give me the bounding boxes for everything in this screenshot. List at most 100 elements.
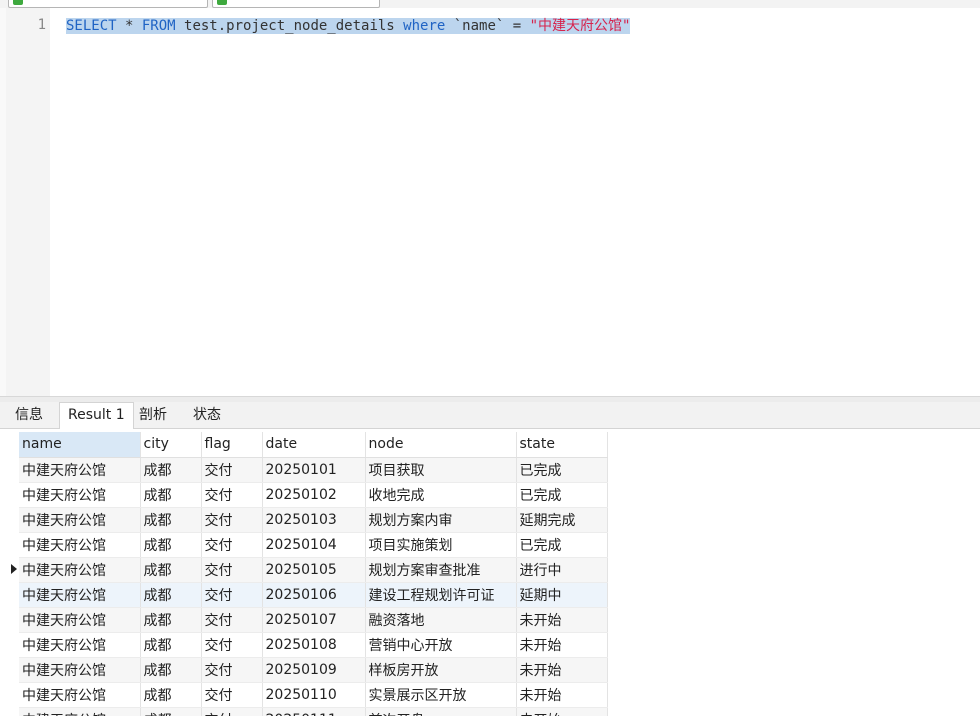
cell-name[interactable]: 中建天府公馆 bbox=[19, 557, 141, 583]
tab-profile[interactable]: 剖析 bbox=[130, 402, 176, 427]
tab-status[interactable]: 状态 bbox=[184, 402, 230, 427]
table-row[interactable]: 中建天府公馆 成都 交付 20250101 项目获取 已完成 bbox=[19, 457, 608, 483]
cell-city[interactable]: 成都 bbox=[140, 532, 202, 558]
table-row[interactable]: 中建天府公馆 成都 交付 20250104 项目实施策划 已完成 bbox=[19, 532, 608, 558]
sql-table-name: test.project_node_details bbox=[175, 18, 404, 34]
cell-state[interactable]: 延期中 bbox=[516, 582, 608, 608]
cell-flag[interactable]: 交付 bbox=[201, 682, 263, 708]
cell-city[interactable]: 成都 bbox=[140, 657, 202, 683]
cell-flag[interactable]: 交付 bbox=[201, 507, 263, 533]
cell-flag[interactable]: 交付 bbox=[201, 657, 263, 683]
cell-date[interactable]: 20250103 bbox=[262, 507, 366, 533]
cell-city[interactable]: 成都 bbox=[140, 482, 202, 508]
cell-name[interactable]: 中建天府公馆 bbox=[19, 582, 141, 608]
cell-flag[interactable]: 交付 bbox=[201, 582, 263, 608]
sql-string-value: "中建天府公馆" bbox=[529, 18, 631, 34]
tab-result-1[interactable]: Result 1 bbox=[59, 402, 134, 429]
cell-flag[interactable]: 交付 bbox=[201, 457, 263, 483]
cell-date[interactable]: 20250106 bbox=[262, 582, 366, 608]
cell-city[interactable]: 成都 bbox=[140, 582, 202, 608]
table-row[interactable]: 中建天府公馆 成都 交付 20250109 样板房开放 未开始 bbox=[19, 657, 608, 683]
table-row[interactable]: 中建天府公馆 成都 交付 20250106 建设工程规划许可证 延期中 bbox=[19, 582, 608, 608]
cell-city[interactable]: 成都 bbox=[140, 557, 202, 583]
cell-date[interactable]: 20250110 bbox=[262, 682, 366, 708]
cell-city[interactable]: 成都 bbox=[140, 507, 202, 533]
tab-info[interactable]: 信息 bbox=[6, 402, 52, 427]
cell-flag[interactable]: 交付 bbox=[201, 532, 263, 558]
cell-node[interactable]: 实景展示区开放 bbox=[365, 682, 517, 708]
cell-name[interactable]: 中建天府公馆 bbox=[19, 457, 141, 483]
cell-date[interactable]: 20250108 bbox=[262, 632, 366, 658]
column-header-node[interactable]: node bbox=[365, 432, 517, 458]
cell-flag[interactable]: 交付 bbox=[201, 557, 263, 583]
cell-date[interactable]: 20250107 bbox=[262, 607, 366, 633]
cell-date[interactable]: 20250102 bbox=[262, 482, 366, 508]
cell-name[interactable]: 中建天府公馆 bbox=[19, 607, 141, 633]
cell-node[interactable]: 融资落地 bbox=[365, 607, 517, 633]
column-header-date[interactable]: date bbox=[262, 432, 366, 458]
table-row[interactable]: 中建天府公馆 成都 交付 20250110 实景展示区开放 未开始 bbox=[19, 682, 608, 708]
cell-state[interactable]: 未开始 bbox=[516, 682, 608, 708]
cell-city[interactable]: 成都 bbox=[140, 632, 202, 658]
cell-state[interactable]: 进行中 bbox=[516, 557, 608, 583]
cell-node[interactable]: 项目实施策划 bbox=[365, 532, 517, 558]
cell-node[interactable]: 首次开盘 bbox=[365, 707, 517, 716]
cell-flag[interactable]: 交付 bbox=[201, 607, 263, 633]
cell-state[interactable]: 已完成 bbox=[516, 457, 608, 483]
cell-name[interactable]: 中建天府公馆 bbox=[19, 507, 141, 533]
cell-flag[interactable]: 交付 bbox=[201, 632, 263, 658]
cell-city[interactable]: 成都 bbox=[140, 607, 202, 633]
cell-state[interactable]: 已完成 bbox=[516, 482, 608, 508]
cell-city[interactable]: 成都 bbox=[140, 682, 202, 708]
cell-date[interactable]: 20250111 bbox=[262, 707, 366, 716]
table-row[interactable]: 中建天府公馆 成都 交付 20250107 融资落地 未开始 bbox=[19, 607, 608, 633]
cell-date[interactable]: 20250104 bbox=[262, 532, 366, 558]
keyword-where: where bbox=[403, 18, 446, 34]
cell-name[interactable]: 中建天府公馆 bbox=[19, 532, 141, 558]
column-header-city[interactable]: city bbox=[140, 432, 202, 458]
table-row[interactable]: 中建天府公馆 成都 交付 20250108 营销中心开放 未开始 bbox=[19, 632, 608, 658]
cell-state[interactable]: 未开始 bbox=[516, 657, 608, 683]
cell-state[interactable]: 未开始 bbox=[516, 632, 608, 658]
column-header-state[interactable]: state bbox=[516, 432, 608, 458]
sql-code-line[interactable]: SELECT * FROM test.project_node_details … bbox=[66, 17, 631, 36]
toolbar bbox=[0, 0, 980, 8]
cell-node[interactable]: 规划方案内审 bbox=[365, 507, 517, 533]
cell-node[interactable]: 样板房开放 bbox=[365, 657, 517, 683]
cell-node[interactable]: 营销中心开放 bbox=[365, 632, 517, 658]
table-row[interactable]: 中建天府公馆 成都 交付 20250103 规划方案内审 延期完成 bbox=[19, 507, 608, 533]
cell-node[interactable]: 收地完成 bbox=[365, 482, 517, 508]
table-row[interactable]: 中建天府公馆成都交付20250111首次开盘未开始 bbox=[19, 707, 608, 716]
connection-selector[interactable] bbox=[8, 0, 208, 8]
cell-node[interactable]: 项目获取 bbox=[365, 457, 517, 483]
cell-state[interactable]: 未开始 bbox=[516, 707, 608, 716]
cell-flag[interactable]: 交付 bbox=[201, 482, 263, 508]
cell-name[interactable]: 中建天府公馆 bbox=[19, 682, 141, 708]
cell-name[interactable]: 中建天府公馆 bbox=[19, 632, 141, 658]
column-header-name[interactable]: name bbox=[19, 432, 141, 458]
database-selector[interactable] bbox=[212, 0, 380, 8]
sql-editor[interactable]: 1 SELECT * FROM test.project_node_detail… bbox=[0, 8, 980, 396]
table-row[interactable]: 中建天府公馆 成都 交付 20250105 规划方案审查批准 进行中 bbox=[19, 557, 608, 583]
result-grid[interactable]: name city flag date node state 中建天府公馆 成都 交付 2025… bbox=[0, 429, 980, 716]
cell-node[interactable]: 建设工程规划许可证 bbox=[365, 582, 517, 608]
cell-state[interactable]: 未开始 bbox=[516, 607, 608, 633]
header-row: name city flag date node state bbox=[19, 432, 608, 458]
cell-date[interactable]: 20250105 bbox=[262, 557, 366, 583]
cell-name[interactable]: 中建天府公馆 bbox=[19, 707, 141, 716]
cell-state[interactable]: 已完成 bbox=[516, 532, 608, 558]
column-header-flag[interactable]: flag bbox=[201, 432, 263, 458]
cell-city[interactable]: 成都 bbox=[140, 457, 202, 483]
cell-node[interactable]: 规划方案审查批准 bbox=[365, 557, 517, 583]
cell-name[interactable]: 中建天府公馆 bbox=[19, 482, 141, 508]
cell-date[interactable]: 20250101 bbox=[262, 457, 366, 483]
line-gutter: 1 bbox=[6, 8, 50, 396]
cell-date[interactable]: 20250109 bbox=[262, 657, 366, 683]
database-icon bbox=[217, 0, 227, 5]
cell-name[interactable]: 中建天府公馆 bbox=[19, 657, 141, 683]
table-row[interactable]: 中建天府公馆 成都 交付 20250102 收地完成 已完成 bbox=[19, 482, 608, 508]
cell-flag[interactable]: 交付 bbox=[201, 707, 263, 716]
cell-city[interactable]: 成都 bbox=[140, 707, 202, 716]
selected-sql[interactable]: SELECT * FROM test.project_node_details … bbox=[66, 18, 631, 34]
cell-state[interactable]: 延期完成 bbox=[516, 507, 608, 533]
